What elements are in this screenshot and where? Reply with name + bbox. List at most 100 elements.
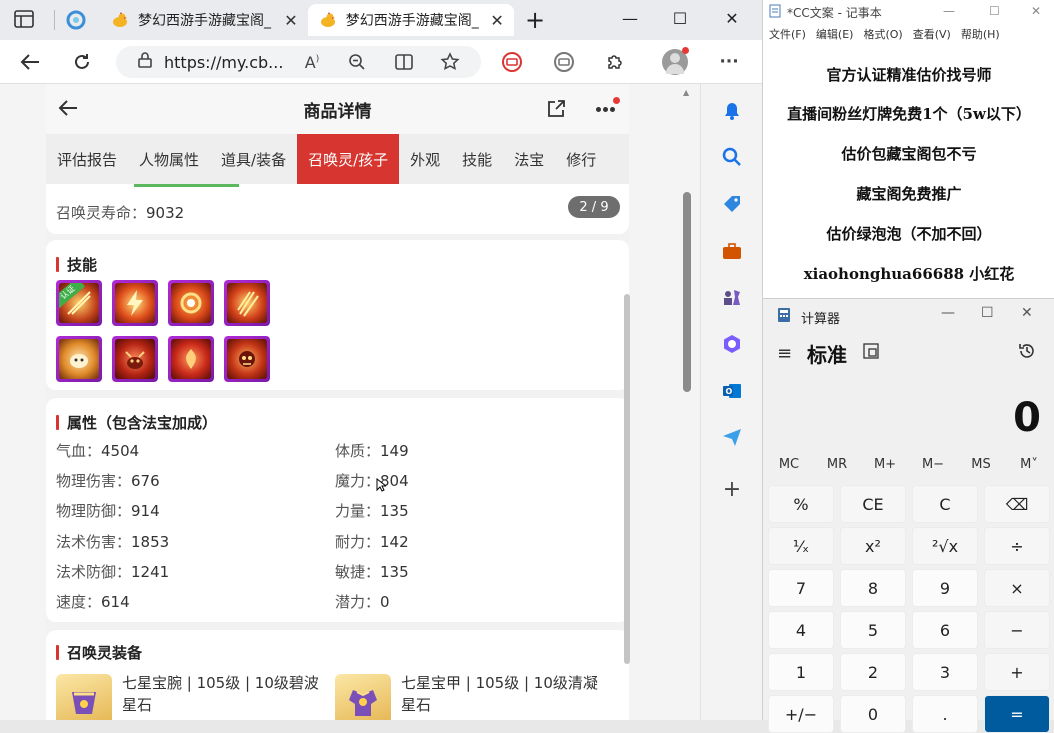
digit-2-button[interactable]: 2 (840, 653, 906, 691)
plus-button[interactable]: + (984, 653, 1050, 691)
notepad-close-icon[interactable]: ✕ (1031, 4, 1041, 18)
tab-character-attrs[interactable]: 人物属性 (128, 134, 210, 184)
negate-button[interactable]: +/− (768, 695, 834, 733)
games-chess-icon[interactable] (719, 284, 745, 310)
close-tab-icon[interactable]: ✕ (284, 11, 298, 30)
mem-recall-button[interactable]: MR (817, 457, 857, 472)
send-plane-icon[interactable] (719, 424, 745, 450)
shopping-tag-icon[interactable] (719, 191, 745, 217)
menu-file[interactable]: 文件(F) (769, 26, 806, 44)
clear-entry-button[interactable]: CE (840, 485, 906, 523)
calc-maximize-icon[interactable]: ☐ (981, 305, 994, 321)
edge-tab-icon[interactable] (66, 10, 86, 30)
equip-item-1[interactable]: 七星宝腕 | 105级 | 10级碧波 星石 (122, 672, 322, 716)
browser-tab-2[interactable]: 梦幻西游手游藏宝阁_ ✕ (308, 4, 514, 36)
backspace-button[interactable]: ⌫ (984, 485, 1050, 523)
digit-7-button[interactable]: 7 (768, 569, 834, 607)
keep-on-top-icon[interactable] (863, 343, 879, 363)
menu-format[interactable]: 格式(O) (863, 26, 902, 44)
skill-icon-3[interactable] (168, 280, 214, 326)
tab-actions-icon[interactable] (14, 10, 36, 30)
calc-minimize-icon[interactable]: — (941, 305, 955, 321)
minimize-icon[interactable]: — (610, 5, 650, 31)
extensions-puzzle-icon[interactable] (603, 50, 627, 74)
page-scroll-thumb[interactable] (683, 192, 691, 392)
page-scroll-track[interactable] (680, 84, 694, 720)
menu-help[interactable]: 帮助(H) (961, 26, 1000, 44)
close-tab-icon[interactable]: ✕ (490, 11, 504, 30)
extension-gray-icon[interactable] (552, 50, 576, 74)
digit-8-button[interactable]: 8 (840, 569, 906, 607)
read-aloud-icon[interactable]: A) (300, 50, 324, 74)
digit-1-button[interactable]: 1 (768, 653, 834, 691)
digit-0-button[interactable]: 0 (840, 695, 906, 733)
skill-icon-6[interactable] (112, 336, 158, 382)
equip-bracer-icon[interactable] (56, 674, 112, 720)
mem-add-button[interactable]: M+ (865, 457, 905, 472)
share-icon[interactable] (546, 99, 568, 119)
skill-icon-4[interactable] (224, 280, 270, 326)
equals-button[interactable]: = (984, 695, 1050, 733)
extension-red-icon[interactable] (500, 50, 524, 74)
clear-button[interactable]: C (912, 485, 978, 523)
mem-subtract-button[interactable]: M− (913, 457, 953, 472)
back-arrow-icon[interactable] (58, 99, 80, 119)
search-icon[interactable] (719, 144, 745, 170)
back-icon[interactable] (16, 48, 44, 76)
refresh-icon[interactable] (68, 48, 96, 76)
tab-cultivation[interactable]: 修行 (555, 134, 607, 184)
split-screen-icon[interactable] (392, 50, 416, 74)
percent-button[interactable]: % (768, 485, 834, 523)
skill-icon-1[interactable]: 认证 (56, 280, 102, 326)
mem-list-button[interactable]: M˅ (1009, 457, 1049, 472)
url-field[interactable]: https://my.cb... (116, 46, 481, 78)
outlook-icon[interactable]: O (719, 378, 745, 404)
favorite-star-icon[interactable] (438, 50, 462, 74)
pager-badge[interactable]: 2 / 9 (568, 196, 620, 218)
notepad-maximize-icon[interactable]: ☐ (989, 4, 1000, 18)
hamburger-menu-icon[interactable]: ≡ (777, 343, 792, 364)
skill-icon-2[interactable] (112, 280, 158, 326)
mem-store-button[interactable]: MS (961, 457, 1001, 472)
notification-bell-icon[interactable] (719, 98, 745, 124)
square-button[interactable]: x² (840, 527, 906, 565)
new-tab-button[interactable]: + (522, 6, 548, 34)
tools-briefcase-icon[interactable] (719, 238, 745, 264)
menu-view[interactable]: 查看(V) (913, 26, 951, 44)
digit-6-button[interactable]: 6 (912, 611, 978, 649)
more-menu-icon[interactable] (593, 97, 620, 119)
digit-9-button[interactable]: 9 (912, 569, 978, 607)
digit-5-button[interactable]: 5 (840, 611, 906, 649)
tab-evaluation[interactable]: 评估报告 (46, 134, 128, 184)
decimal-button[interactable]: . (912, 695, 978, 733)
tab-skills[interactable]: 技能 (451, 134, 503, 184)
close-window-icon[interactable]: ✕ (712, 5, 752, 31)
sqrt-button[interactable]: ²√x (912, 527, 978, 565)
divide-button[interactable]: ÷ (984, 527, 1050, 565)
more-options-icon[interactable]: ··· (717, 50, 741, 74)
skill-icon-8[interactable] (224, 336, 270, 382)
app-scrollbar[interactable] (624, 294, 630, 664)
tab-summon-children[interactable]: 召唤灵/孩子 (297, 134, 400, 184)
menu-edit[interactable]: 编辑(E) (816, 26, 854, 44)
equip-item-2[interactable]: 七星宝甲 | 105级 | 10级清凝 星石 (401, 672, 611, 716)
notepad-minimize-icon[interactable]: — (943, 4, 955, 18)
skill-icon-7[interactable] (168, 336, 214, 382)
add-sidebar-icon[interactable]: + (719, 476, 745, 502)
profile-avatar[interactable] (662, 47, 689, 75)
history-icon[interactable] (1017, 341, 1037, 365)
microsoft-365-icon[interactable] (719, 331, 745, 357)
tab-items-equipment[interactable]: 道具/装备 (210, 134, 297, 184)
multiply-button[interactable]: × (984, 569, 1050, 607)
lock-icon[interactable] (138, 52, 152, 72)
digit-4-button[interactable]: 4 (768, 611, 834, 649)
maximize-icon[interactable]: ☐ (660, 5, 700, 31)
browser-tab-1[interactable]: 梦幻西游手游藏宝阁_ ✕ (100, 4, 308, 36)
reciprocal-button[interactable]: ¹⁄ₓ (768, 527, 834, 565)
minus-button[interactable]: − (984, 611, 1050, 649)
tab-appearance[interactable]: 外观 (399, 134, 451, 184)
calc-close-icon[interactable]: ✕ (1021, 305, 1033, 321)
mem-clear-button[interactable]: MC (769, 457, 809, 472)
tab-magic-treasure[interactable]: 法宝 (503, 134, 555, 184)
zoom-icon[interactable] (345, 50, 369, 74)
